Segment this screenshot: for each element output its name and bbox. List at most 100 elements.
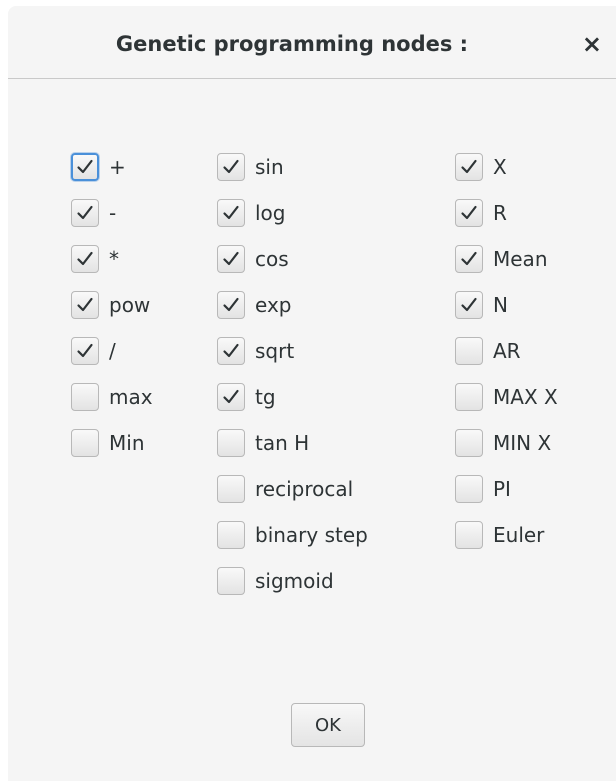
column-variables: X R Mean N AR MAX X MIN X PI Euler — [455, 150, 558, 564]
checkbox-item[interactable]: max — [71, 380, 153, 414]
checkbox-item[interactable]: * — [71, 242, 153, 276]
checkbox-label: - — [109, 201, 117, 225]
checkmark-icon — [223, 343, 239, 358]
checkbox-item[interactable]: PI — [455, 472, 558, 506]
checkmark-icon — [77, 297, 93, 312]
checkbox-label: X — [493, 155, 507, 179]
checkbox-item[interactable]: Min — [71, 426, 153, 460]
checkbox-label: cos — [255, 247, 289, 271]
column-operators: + - * pow / max Min — [71, 150, 153, 472]
checkmark-icon — [223, 205, 239, 220]
checkmark-icon — [461, 297, 477, 312]
checkbox[interactable] — [217, 337, 245, 365]
checkbox-item[interactable]: X — [455, 150, 558, 184]
checkbox[interactable] — [71, 337, 99, 365]
checkbox-label: reciprocal — [255, 477, 354, 501]
checkbox[interactable] — [217, 291, 245, 319]
dialog-window: Genetic programming nodes : × + - * pow / max… — [0, 0, 616, 781]
checkbox-label: max — [109, 385, 153, 409]
checkbox-item[interactable]: MAX X — [455, 380, 558, 414]
checkbox-item[interactable]: R — [455, 196, 558, 230]
checkbox[interactable] — [217, 245, 245, 273]
checkbox[interactable] — [455, 521, 483, 549]
checkbox-label: PI — [493, 477, 511, 501]
checkbox[interactable] — [455, 291, 483, 319]
checkbox[interactable] — [217, 567, 245, 595]
checkbox-item[interactable]: N — [455, 288, 558, 322]
checkbox-label: sqrt — [255, 339, 295, 363]
checkbox-label: MIN X — [493, 431, 552, 455]
checkbox-item[interactable]: - — [71, 196, 153, 230]
checkmark-icon — [77, 251, 93, 266]
checkmark-icon — [461, 251, 477, 266]
checkbox-label: log — [255, 201, 286, 225]
checkbox-item[interactable]: / — [71, 334, 153, 368]
checkbox-label: tan H — [255, 431, 310, 455]
checkbox-item[interactable]: pow — [71, 288, 153, 322]
checkbox-item[interactable]: reciprocal — [217, 472, 368, 506]
checkbox-item[interactable]: Euler — [455, 518, 558, 552]
checkbox-label: N — [493, 293, 508, 317]
title-bar: Genetic programming nodes : × — [8, 6, 616, 79]
checkbox-item[interactable]: sqrt — [217, 334, 368, 368]
checkbox[interactable] — [71, 383, 99, 411]
checkbox[interactable] — [455, 475, 483, 503]
checkbox-item[interactable]: sigmoid — [217, 564, 368, 598]
dialog-content: + - * pow / max Min sin log cos exp sqrt tg tan H rec… — [8, 79, 616, 781]
checkbox-item[interactable]: exp — [217, 288, 368, 322]
column-functions: sin log cos exp sqrt tg tan H reciprocal binary … — [217, 150, 368, 610]
checkbox-label: exp — [255, 293, 292, 317]
checkbox[interactable] — [455, 245, 483, 273]
checkmark-icon — [223, 251, 239, 266]
checkbox-label: tg — [255, 385, 276, 409]
checkmark-icon — [461, 205, 477, 220]
checkbox[interactable] — [455, 337, 483, 365]
checkmark-icon — [223, 389, 239, 404]
checkbox-item[interactable]: + — [71, 150, 153, 184]
checkbox-item[interactable]: log — [217, 196, 368, 230]
checkbox[interactable] — [217, 475, 245, 503]
dialog-title: Genetic programming nodes : — [115, 32, 469, 56]
checkbox-label: MAX X — [493, 385, 558, 409]
checkbox-label: / — [109, 339, 116, 363]
checkmark-icon — [223, 297, 239, 312]
checkbox-item[interactable]: AR — [455, 334, 558, 368]
checkbox[interactable] — [455, 153, 483, 181]
checkbox-label: sigmoid — [255, 569, 334, 593]
checkbox[interactable] — [455, 383, 483, 411]
ok-button[interactable]: OK — [291, 703, 365, 747]
checkmark-icon — [461, 159, 477, 174]
checkbox[interactable] — [217, 521, 245, 549]
checkbox-item[interactable]: sin — [217, 150, 368, 184]
checkmark-icon — [223, 159, 239, 174]
checkbox[interactable] — [71, 429, 99, 457]
checkbox-label: * — [109, 247, 119, 271]
checkbox-label: binary step — [255, 523, 368, 547]
checkbox-label: Min — [109, 431, 145, 455]
checkbox-item[interactable]: binary step — [217, 518, 368, 552]
checkbox-item[interactable]: Mean — [455, 242, 558, 276]
checkbox[interactable] — [455, 429, 483, 457]
checkbox-item[interactable]: cos — [217, 242, 368, 276]
checkbox-label: sin — [255, 155, 284, 179]
checkbox[interactable] — [71, 291, 99, 319]
checkbox[interactable] — [217, 199, 245, 227]
checkbox-label: pow — [109, 293, 151, 317]
checkbox[interactable] — [71, 153, 99, 181]
checkbox-item[interactable]: tan H — [217, 426, 368, 460]
checkbox-label: Mean — [493, 247, 548, 271]
checkbox[interactable] — [217, 429, 245, 457]
checkmark-icon — [77, 343, 93, 358]
checkbox[interactable] — [455, 199, 483, 227]
checkbox-label: + — [109, 155, 126, 179]
checkbox[interactable] — [217, 153, 245, 181]
checkmark-icon — [77, 159, 93, 174]
checkmark-icon — [77, 205, 93, 220]
checkbox-label: AR — [493, 339, 521, 363]
checkbox-item[interactable]: MIN X — [455, 426, 558, 460]
checkbox[interactable] — [217, 383, 245, 411]
checkbox[interactable] — [71, 199, 99, 227]
close-icon[interactable]: × — [582, 32, 602, 56]
checkbox-item[interactable]: tg — [217, 380, 368, 414]
checkbox[interactable] — [71, 245, 99, 273]
